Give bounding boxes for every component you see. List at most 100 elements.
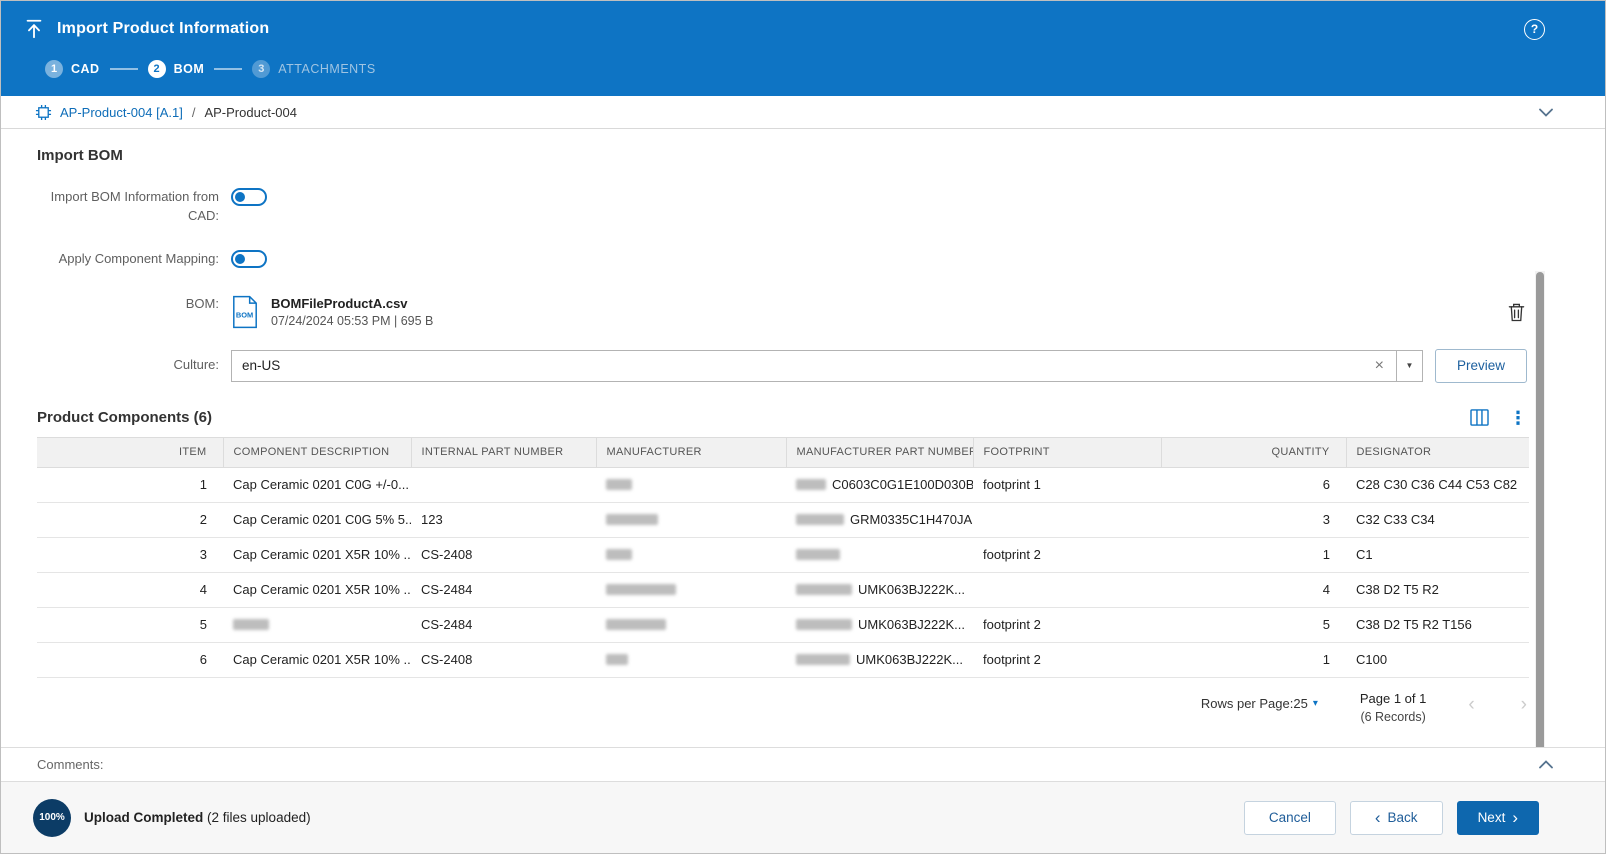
cell-item: 2 — [37, 502, 223, 537]
comments-label: Comments: — [37, 757, 103, 772]
table-row[interactable]: 6Cap Ceramic 0201 X5R 10% ...CS-2408UMK0… — [37, 642, 1529, 677]
cell-designator: C1 — [1346, 537, 1529, 572]
import-from-cad-label: Import BOM Information from CAD: — [37, 188, 219, 226]
page-title: Import Product Information — [57, 20, 269, 38]
cell-footprint — [973, 502, 1161, 537]
table-row[interactable]: 1Cap Ceramic 0201 C0G +/-0...C0603C0G1E1… — [37, 467, 1529, 502]
cell-internal_pn: CS-2408 — [411, 642, 596, 677]
table-actions: ⋮ — [1470, 409, 1527, 427]
cell-designator: C32 C33 C34 — [1346, 502, 1529, 537]
cell-designator: C100 — [1346, 642, 1529, 677]
component-mapping-label: Apply Component Mapping: — [37, 250, 219, 269]
redacted-text — [606, 619, 666, 630]
components-table: ITEMCOMPONENT DESCRIPTIONINTERNAL PART N… — [37, 437, 1529, 678]
column-header-manufacturer-part-number[interactable]: MANUFACTURER PART NUMBER — [786, 437, 973, 467]
components-table-body: 1Cap Ceramic 0201 C0G +/-0...C0603C0G1E1… — [37, 467, 1529, 677]
cell-quantity: 5 — [1161, 607, 1346, 642]
product-components-header: Product Components (6) ⋮ — [37, 409, 1527, 427]
breadcrumb-product-link[interactable]: AP-Product-004 [A.1] — [60, 105, 183, 120]
previous-page-icon[interactable]: ‹ — [1468, 694, 1474, 716]
redacted-text — [606, 514, 658, 525]
chevron-up-icon[interactable] — [1539, 760, 1553, 769]
component-mapping-toggle[interactable] — [231, 250, 267, 268]
column-header-manufacturer[interactable]: MANUFACTURER — [596, 437, 786, 467]
bom-label: BOM: — [37, 295, 219, 314]
step-bom-number: 2 — [148, 60, 166, 78]
back-button[interactable]: ‹ Back — [1350, 801, 1443, 835]
column-header-quantity[interactable]: QUANTITY — [1161, 437, 1346, 467]
step-connector — [214, 68, 242, 70]
column-settings-icon[interactable] — [1470, 409, 1489, 426]
cell-item: 4 — [37, 572, 223, 607]
step-attachments[interactable]: 3 ATTACHMENTS — [252, 60, 375, 78]
column-header-item[interactable]: ITEM — [37, 437, 223, 467]
cell-mpn: UMK063BJ222K... — [786, 607, 973, 642]
culture-control: × ▼ Preview — [231, 349, 1527, 383]
breadcrumb-separator: / — [192, 105, 196, 120]
column-header-designator[interactable]: DESIGNATOR — [1346, 437, 1529, 467]
table-row[interactable]: 2Cap Ceramic 0201 C0G 5% 5...123GRM0335C… — [37, 502, 1529, 537]
cell-internal_pn: CS-2484 — [411, 607, 596, 642]
culture-input[interactable] — [242, 358, 1367, 373]
delete-file-icon[interactable] — [1506, 300, 1527, 324]
rows-per-page-value: 25 — [1293, 696, 1307, 711]
cancel-button[interactable]: Cancel — [1244, 801, 1336, 835]
column-header-component-description[interactable]: COMPONENT DESCRIPTION — [223, 437, 411, 467]
redacted-text — [606, 479, 632, 490]
import-product-window: Import Product Information ? 1 CAD 2 BOM… — [0, 0, 1606, 854]
table-row[interactable]: 5CS-2484UMK063BJ222K...footprint 25C38 D… — [37, 607, 1529, 642]
vertical-scrollbar[interactable] — [1535, 271, 1545, 747]
help-icon[interactable]: ? — [1524, 19, 1545, 40]
table-row[interactable]: 3Cap Ceramic 0201 X5R 10% ...CS-2408foot… — [37, 537, 1529, 572]
toggle-row-import-from-cad: Import BOM Information from CAD: — [37, 188, 1527, 226]
svg-text:BOM: BOM — [236, 310, 253, 319]
step-bom[interactable]: 2 BOM — [148, 60, 205, 78]
table-row[interactable]: 4Cap Ceramic 0201 X5R 10% ...CS-2484UMK0… — [37, 572, 1529, 607]
cell-internal_pn — [411, 467, 596, 502]
cell-description — [223, 607, 411, 642]
cell-item: 6 — [37, 642, 223, 677]
rows-per-page-select[interactable]: Rows per Page:25 ▾ — [1201, 690, 1318, 711]
dropdown-arrow-button[interactable]: ▼ — [1397, 350, 1423, 382]
more-options-icon[interactable]: ⋮ — [1509, 409, 1527, 427]
upload-status-title: Upload Completed — [84, 810, 203, 825]
page-number-text: Page 1 of 1 — [1360, 690, 1427, 709]
step-bom-label: BOM — [174, 62, 205, 76]
step-cad[interactable]: 1 CAD — [45, 60, 100, 78]
clear-icon[interactable]: × — [1367, 358, 1392, 374]
cell-quantity: 1 — [1161, 642, 1346, 677]
next-button[interactable]: Next › — [1457, 801, 1539, 835]
bom-file-control: BOM BOMFileProductA.csv 07/24/2024 05:53… — [231, 295, 1527, 329]
step-attachments-label: ATTACHMENTS — [278, 62, 375, 76]
header-row: ITEMCOMPONENT DESCRIPTIONINTERNAL PART N… — [37, 437, 1529, 467]
upload-progress-badge: 100% — [33, 799, 71, 837]
culture-combobox: × — [231, 350, 1397, 382]
step-attachments-number: 3 — [252, 60, 270, 78]
preview-button[interactable]: Preview — [1435, 349, 1527, 383]
cell-mpn: GRM0335C1H470JA... — [786, 502, 973, 537]
scrollbar-thumb[interactable] — [1536, 272, 1544, 747]
redacted-text — [606, 549, 632, 560]
breadcrumb: AP-Product-004 [A.1] / AP-Product-004 — [1, 96, 1605, 129]
column-header-internal-part-number[interactable]: INTERNAL PART NUMBER — [411, 437, 596, 467]
cell-manufacturer — [596, 537, 786, 572]
import-from-cad-toggle[interactable] — [231, 188, 267, 206]
cell-quantity: 1 — [1161, 537, 1346, 572]
cell-item: 5 — [37, 607, 223, 642]
column-header-footprint[interactable]: FOOTPRINT — [973, 437, 1161, 467]
cell-internal_pn: CS-2408 — [411, 537, 596, 572]
header-title-row: Import Product Information ? — [23, 1, 1545, 49]
cell-footprint: footprint 2 — [973, 607, 1161, 642]
cell-item: 1 — [37, 467, 223, 502]
chevron-down-icon[interactable] — [1539, 108, 1553, 117]
redacted-text — [606, 654, 628, 665]
chevron-down-icon: ▾ — [1313, 698, 1318, 709]
chevron-down-icon: ▼ — [1406, 361, 1414, 370]
cell-description: Cap Ceramic 0201 X5R 10% ... — [223, 572, 411, 607]
next-page-icon[interactable]: › — [1521, 694, 1527, 716]
page-navigation: ‹ › — [1468, 690, 1527, 716]
main-content: Import BOM Import BOM Information from C… — [1, 129, 1605, 747]
cell-manufacturer — [596, 467, 786, 502]
cell-quantity: 6 — [1161, 467, 1346, 502]
culture-label: Culture: — [37, 356, 219, 375]
